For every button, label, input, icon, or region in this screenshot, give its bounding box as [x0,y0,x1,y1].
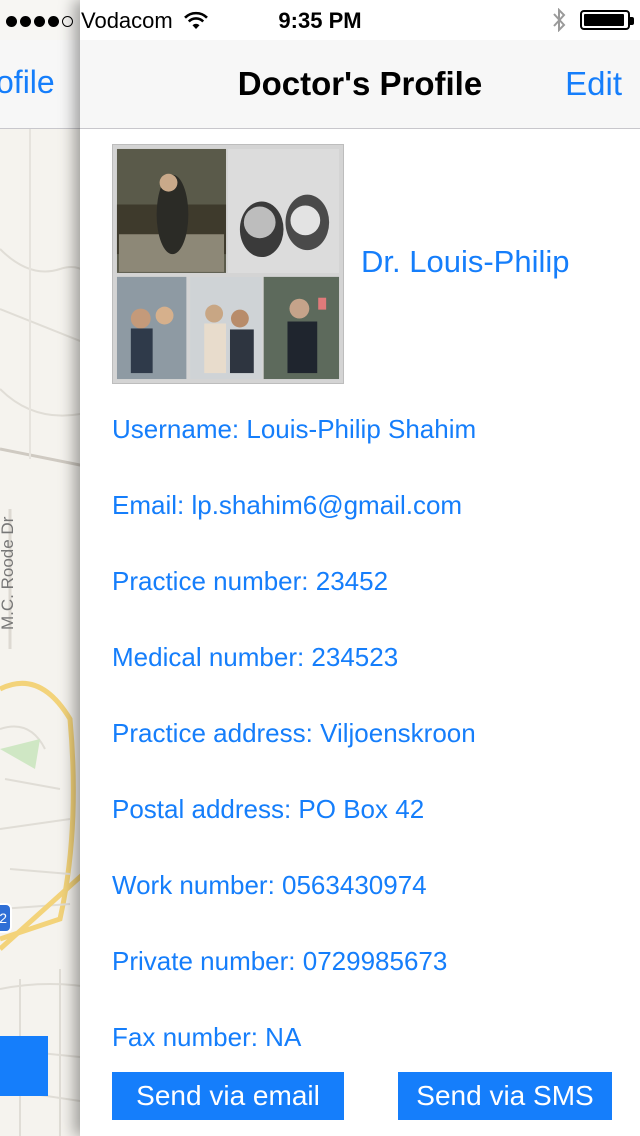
private-number-field[interactable]: Private number: 0729985673 [112,946,447,977]
work-number-field[interactable]: Work number: 0563430974 [112,870,427,901]
photo-collage-image [113,145,343,383]
edit-button[interactable]: Edit [565,65,622,103]
back-button[interactable]: ofile [0,64,55,101]
doctor-profile-panel: Doctor's Profile Edit Dr. Louis-Philip U… [80,0,640,1136]
bluetooth-icon [553,8,566,32]
page-title: Doctor's Profile [237,65,483,102]
status-bar: Vodacom 9:35 PM [0,0,640,40]
navbar: Doctor's Profile Edit [80,40,640,129]
medical-number-field: Medical number: 234523 [112,642,399,672]
battery-icon [580,10,634,30]
email-field[interactable]: Email: lp.shahim6@gmail.com [112,490,462,521]
profile-photo[interactable] [112,144,344,384]
postal-address-field: Postal address: PO Box 42 [112,794,425,824]
map-action-button[interactable] [0,1036,48,1096]
send-via-email-button[interactable]: Send via email [112,1072,344,1120]
fax-number-field: Fax number: NA [112,1022,302,1052]
send-via-sms-button[interactable]: Send via SMS [398,1072,612,1120]
username-field: Username: Louis-Philip Shahim [112,414,477,444]
doctor-name: Dr. Louis-Philip [361,244,570,279]
street-label: M.C. Roode Dr [0,516,17,630]
practice-number-field: Practice number: 23452 [112,566,389,596]
practice-address-field: Practice address: Viljoenskroon [112,718,476,748]
status-time: 9:35 PM [278,8,362,33]
route-badge: 2 [0,903,12,933]
